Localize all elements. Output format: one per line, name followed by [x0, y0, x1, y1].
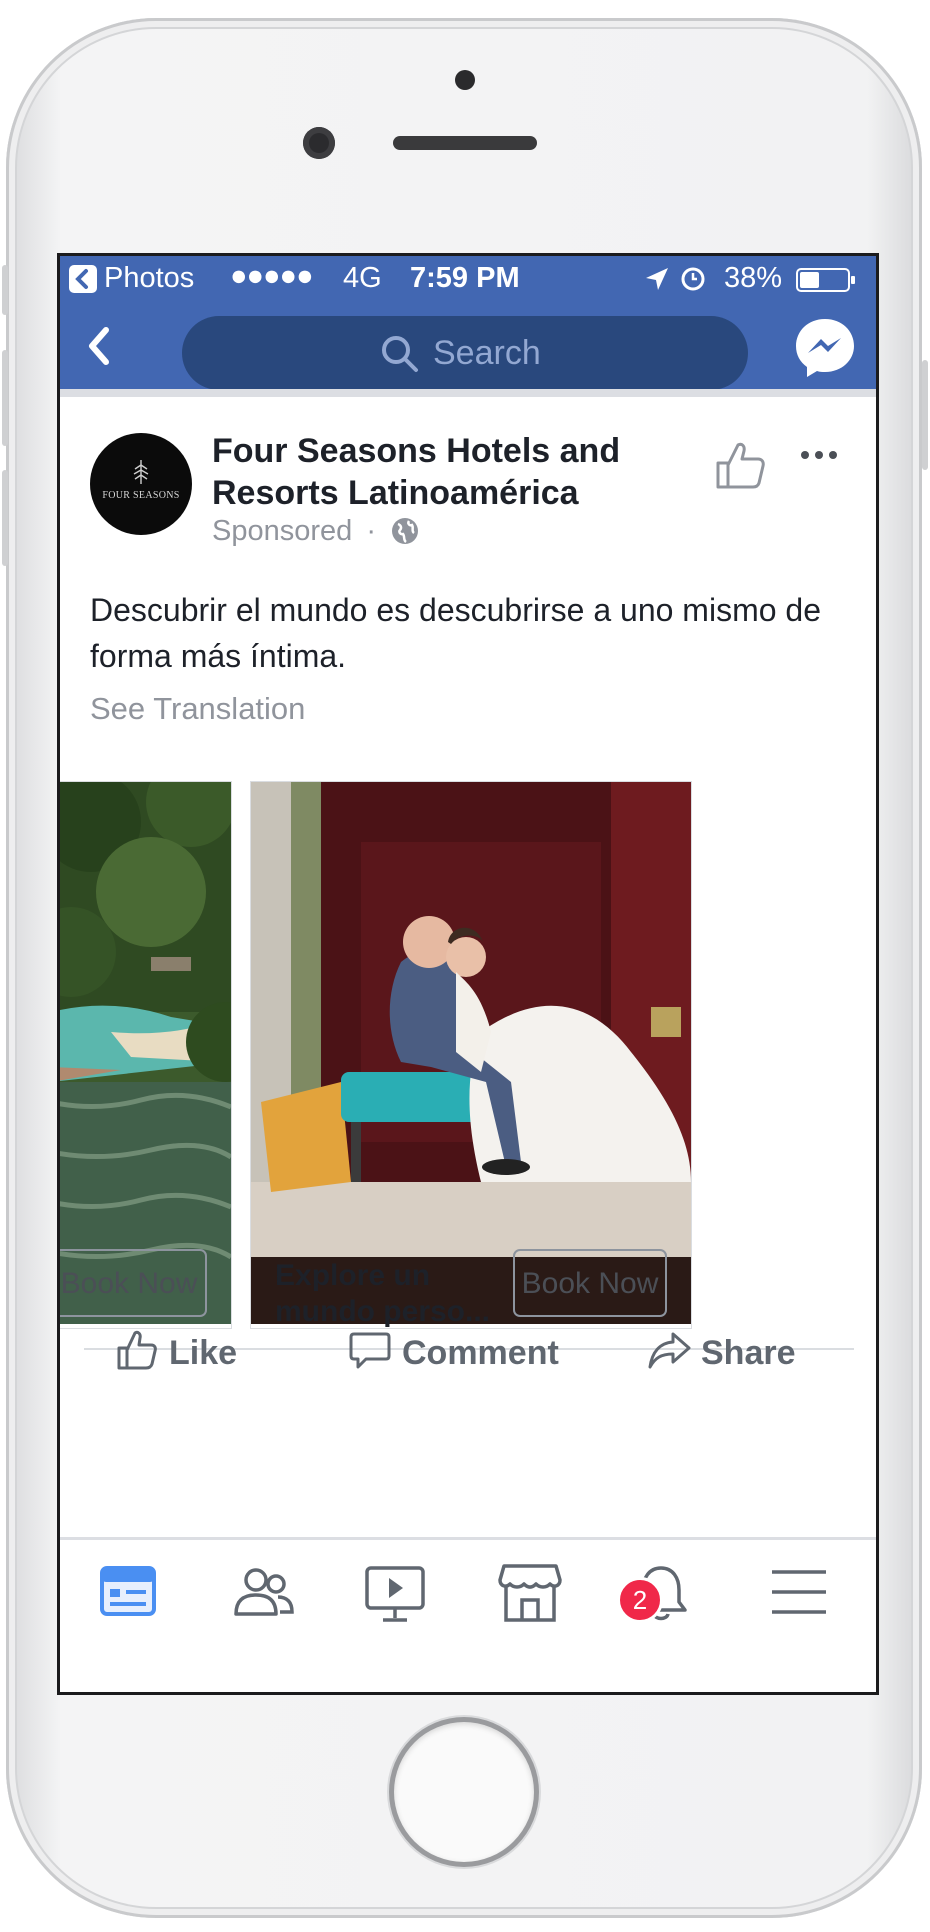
front-camera: [303, 127, 335, 159]
globe-icon: [392, 518, 419, 544]
friends-icon[interactable]: [232, 1562, 296, 1622]
search-placeholder: Search: [433, 334, 541, 372]
earpiece-speaker: [393, 136, 537, 150]
like-thumb-icon: [117, 1330, 157, 1370]
menu-hamburger-icon[interactable]: [770, 1568, 828, 1616]
more-options-icon[interactable]: [800, 449, 838, 461]
carousel-card[interactable]: Book Now: [60, 781, 232, 1329]
mute-switch: [2, 265, 8, 315]
post-meta: Sponsored ·: [212, 515, 420, 548]
notifications-badge: 2: [617, 1577, 663, 1623]
comment-label: Comment: [402, 1334, 559, 1372]
status-bar: Photos ●●●●● 4G 7:59 PM 38%: [60, 256, 876, 302]
tree-logo-icon: [133, 460, 149, 484]
messenger-icon[interactable]: [793, 316, 857, 380]
resort-photo: [60, 782, 231, 1324]
search-icon: [382, 336, 418, 372]
proximity-sensor: [455, 70, 475, 90]
marketplace-icon[interactable]: [498, 1560, 562, 1624]
back-to-app-icon[interactable]: [68, 264, 98, 294]
post-text: Descubrir el mundo es descubrirse a uno …: [90, 592, 821, 674]
sponsored-label[interactable]: Sponsored: [212, 515, 352, 547]
page-avatar[interactable]: FOUR SEASONS: [90, 433, 192, 535]
clock: 7:59 PM: [410, 262, 520, 294]
like-page-icon[interactable]: [712, 437, 768, 493]
see-translation-link[interactable]: See Translation: [90, 691, 305, 727]
page-name-link[interactable]: Four Seasons Hotels and Resorts Latinoam…: [212, 430, 652, 514]
carousel-card-title[interactable]: Explore un mundo perso...: [275, 1258, 495, 1328]
volume-up-button: [2, 350, 8, 446]
news-feed-icon[interactable]: [98, 1562, 158, 1622]
avatar-logo-text: FOUR SEASONS: [102, 490, 180, 501]
carousel-card[interactable]: Explore un mundo perso... Book Now: [250, 781, 692, 1329]
header-divider: [60, 389, 876, 397]
like-label: Like: [169, 1334, 238, 1372]
navigation-bar: Search: [60, 302, 876, 390]
comment-button[interactable]: Comment: [348, 1328, 559, 1373]
watch-icon[interactable]: [363, 1562, 427, 1626]
meta-separator: ·: [366, 515, 377, 547]
share-label: Share: [701, 1334, 796, 1372]
comment-bubble-icon: [349, 1332, 391, 1369]
back-app-label[interactable]: Photos: [104, 262, 194, 295]
book-now-button[interactable]: Book Now: [513, 1249, 667, 1317]
search-bar[interactable]: Search: [182, 316, 748, 390]
volume-down-button: [2, 470, 8, 566]
alarm-icon: [681, 267, 705, 291]
location-arrow-icon: [646, 268, 668, 290]
network-type: 4G: [343, 262, 382, 294]
power-button: [922, 360, 928, 470]
back-icon[interactable]: [84, 324, 114, 368]
wedding-couple-photo: [251, 782, 691, 1324]
bottom-tab-bar: [60, 1537, 876, 1692]
book-now-button[interactable]: Book Now: [60, 1249, 207, 1317]
home-button[interactable]: [394, 1722, 534, 1862]
battery-percent: 38%: [724, 262, 783, 294]
share-arrow-icon: [648, 1332, 691, 1369]
like-button[interactable]: Like: [115, 1328, 237, 1373]
signal-strength: ●●●●●: [230, 260, 314, 292]
screen: Photos ●●●●● 4G 7:59 PM 38% Search FOUR …: [57, 253, 879, 1695]
share-button[interactable]: Share: [647, 1328, 796, 1373]
battery-icon: [796, 268, 855, 292]
